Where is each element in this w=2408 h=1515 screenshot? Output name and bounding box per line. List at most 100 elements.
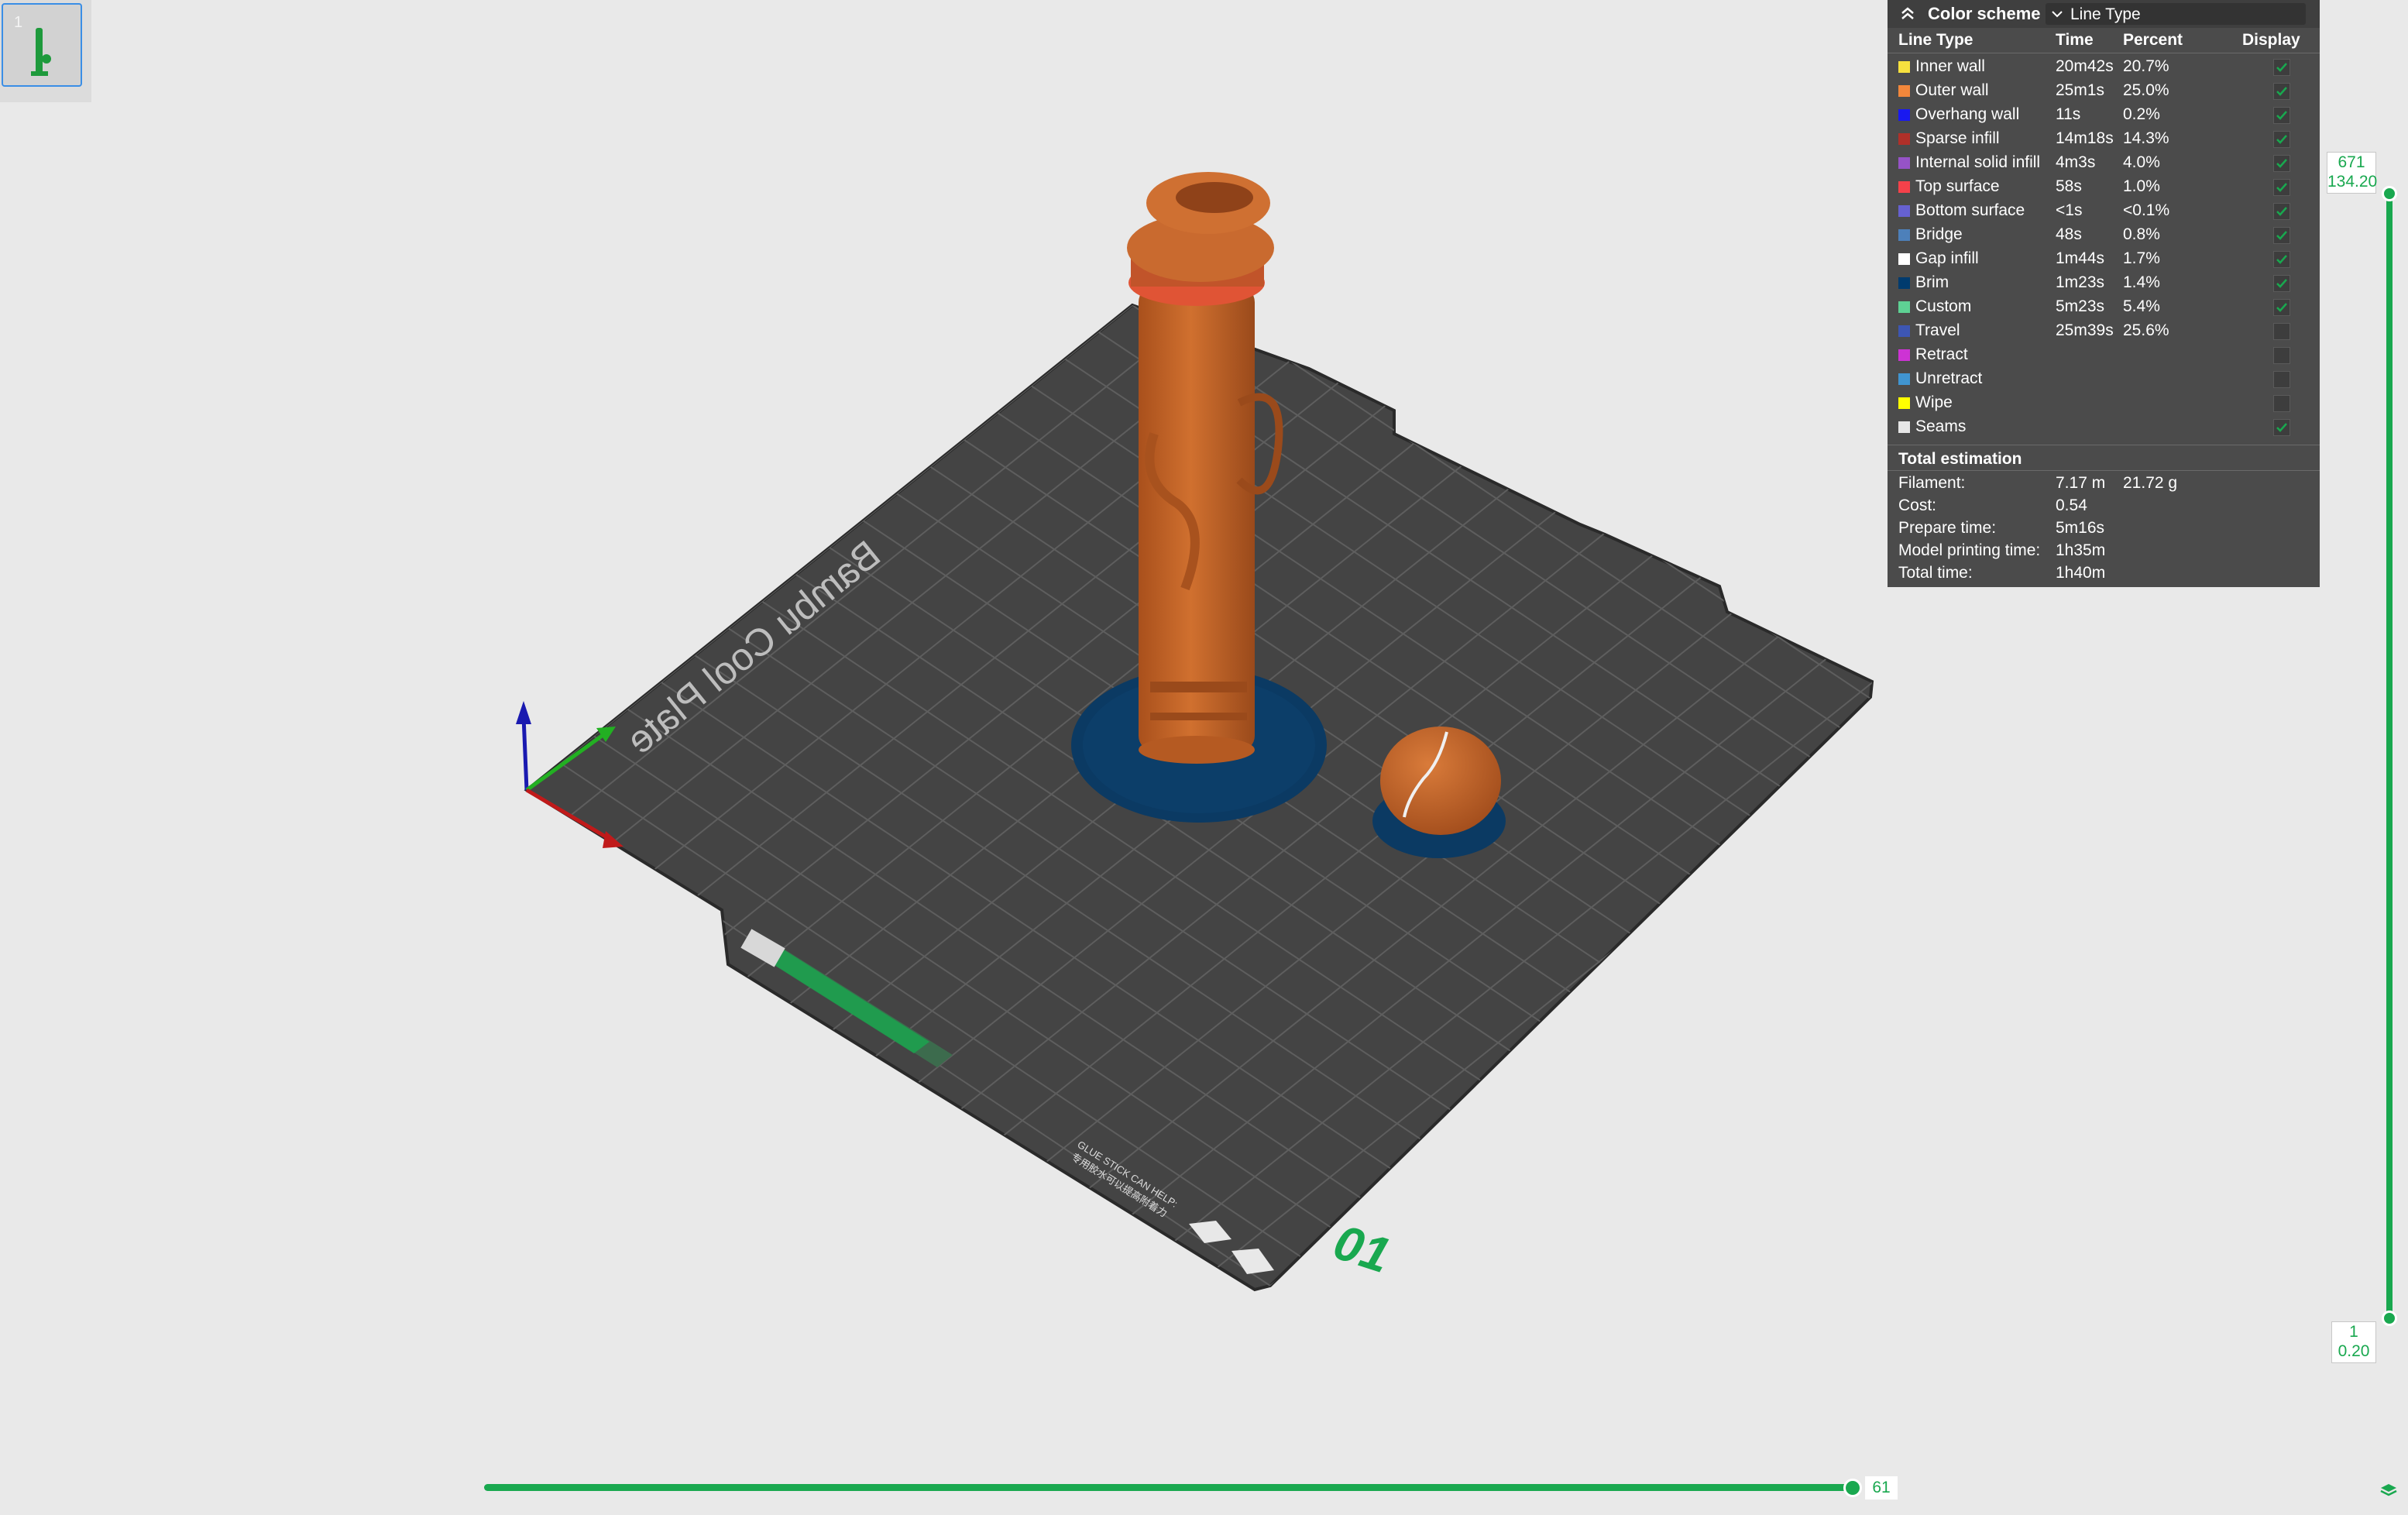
legend-row: Retract <box>1888 343 2320 367</box>
line-type-name: Overhang wall <box>1915 105 2020 123</box>
col-header-time: Time <box>2056 31 2094 49</box>
check-icon <box>2276 135 2287 144</box>
legend-title: Color scheme <box>1928 4 2041 23</box>
display-checkbox[interactable] <box>2273 347 2290 364</box>
layer-slider-bottom-label: 1 0.20 <box>2331 1321 2376 1363</box>
total-estimation-title: Total estimation <box>1898 450 2022 468</box>
plate-number: 01 <box>1328 1214 1397 1283</box>
display-checkbox[interactable] <box>2273 395 2290 412</box>
line-type-percent: 5.4% <box>2123 297 2160 315</box>
check-icon <box>2276 255 2287 264</box>
collapse-chevron-icon[interactable] <box>1898 5 1917 23</box>
move-slider-value: 61 <box>1865 1476 1898 1500</box>
line-type-percent: 0.2% <box>2123 105 2160 123</box>
move-slider-handle[interactable] <box>1843 1479 1862 1497</box>
filament-label: Filament: <box>1898 474 1966 492</box>
check-icon <box>2276 159 2287 168</box>
line-type-percent: 14.3% <box>2123 129 2169 147</box>
line-type-time: 1m23s <box>2056 273 2105 291</box>
display-checkbox[interactable] <box>2273 59 2290 76</box>
line-type-name: Gap infill <box>1915 249 1979 267</box>
color-swatch <box>1898 373 1910 385</box>
top-layer-height: 134.20 <box>2327 173 2378 191</box>
display-checkbox[interactable] <box>2273 275 2290 292</box>
total-time-row: Total time: 1h40m <box>1888 562 2320 585</box>
line-type-name: Custom <box>1915 297 1972 315</box>
check-icon <box>2276 111 2287 120</box>
layers-icon[interactable] <box>2379 1481 2398 1500</box>
line-type-percent: 1.0% <box>2123 177 2160 195</box>
display-checkbox[interactable] <box>2273 371 2290 388</box>
line-type-percent: 0.8% <box>2123 225 2160 243</box>
line-type-time: 20m42s <box>2056 57 2114 75</box>
legend-row: Bottom surface <1s <0.1% <box>1888 199 2320 223</box>
legend-row: Custom 5m23s 5.4% <box>1888 295 2320 319</box>
color-swatch <box>1898 157 1910 169</box>
scheme-select-value: Line Type <box>2070 5 2141 23</box>
line-type-name: Top surface <box>1915 177 2000 195</box>
line-type-name: Retract <box>1915 345 1968 363</box>
legend-row: Seams <box>1888 415 2320 439</box>
check-icon <box>2276 87 2287 96</box>
move-slider-track[interactable] <box>484 1484 1855 1491</box>
line-type-name: Outer wall <box>1915 81 1989 99</box>
line-type-percent: <0.1% <box>2123 201 2170 219</box>
line-type-name: Sparse infill <box>1915 129 2000 147</box>
total-time-label: Total time: <box>1898 564 1973 582</box>
color-swatch <box>1898 85 1910 97</box>
display-checkbox[interactable] <box>2273 299 2290 316</box>
color-swatch <box>1898 325 1910 337</box>
check-icon <box>2276 63 2287 72</box>
legend-row: Bridge 48s 0.8% <box>1888 223 2320 247</box>
line-type-time: 4m3s <box>2056 153 2096 171</box>
display-checkbox[interactable] <box>2273 227 2290 244</box>
layer-slider-track[interactable] <box>2386 194 2393 1320</box>
line-type-time: 14m18s <box>2056 129 2114 147</box>
model-time-label: Model printing time: <box>1898 541 2041 559</box>
line-type-name: Unretract <box>1915 369 1983 387</box>
display-checkbox[interactable] <box>2273 131 2290 148</box>
prepare-time-value: 5m16s <box>2056 519 2105 537</box>
line-type-percent: 25.0% <box>2123 81 2169 99</box>
total-model-row: Model printing time: 1h35m <box>1888 540 2320 562</box>
color-swatch <box>1898 397 1910 409</box>
legend-row: Sparse infill 14m18s 14.3% <box>1888 127 2320 151</box>
color-swatch <box>1898 181 1910 193</box>
color-swatch <box>1898 349 1910 361</box>
cost-label: Cost: <box>1898 496 1937 514</box>
check-icon <box>2276 303 2287 312</box>
display-checkbox[interactable] <box>2273 107 2290 124</box>
display-checkbox[interactable] <box>2273 419 2290 436</box>
line-type-percent: 1.7% <box>2123 249 2160 267</box>
line-type-time: 58s <box>2056 177 2082 195</box>
display-checkbox[interactable] <box>2273 203 2290 220</box>
legend-row: Gap infill 1m44s 1.7% <box>1888 247 2320 271</box>
scheme-select[interactable]: Line Type <box>2046 3 2306 25</box>
display-checkbox[interactable] <box>2273 251 2290 268</box>
display-checkbox[interactable] <box>2273 83 2290 100</box>
check-icon <box>2276 231 2287 240</box>
check-icon <box>2276 423 2287 432</box>
line-type-time: 25m1s <box>2056 81 2105 99</box>
legend-row: Travel 25m39s 25.6% <box>1888 319 2320 343</box>
filament-weight: 21.72 g <box>2123 474 2178 492</box>
bottom-layer-height: 0.20 <box>2338 1342 2370 1360</box>
line-type-time: 5m23s <box>2056 297 2105 315</box>
legend-row: Wipe <box>1888 391 2320 415</box>
line-type-name: Travel <box>1915 321 1960 339</box>
display-checkbox[interactable] <box>2273 155 2290 172</box>
layer-slider-top-handle[interactable] <box>2382 186 2397 201</box>
color-scheme-legend: Color scheme Line Type Line Type Time Pe… <box>1888 0 2320 587</box>
color-swatch <box>1898 205 1910 217</box>
display-checkbox[interactable] <box>2273 179 2290 196</box>
check-icon <box>2276 279 2287 288</box>
color-swatch <box>1898 109 1910 121</box>
legend-row: Overhang wall 11s 0.2% <box>1888 103 2320 127</box>
layer-slider-bottom-handle[interactable] <box>2382 1311 2397 1326</box>
bottom-layer-number: 1 <box>2349 1323 2358 1341</box>
line-type-time: 25m39s <box>2056 321 2114 339</box>
total-cost-row: Cost: 0.54 <box>1888 495 2320 517</box>
col-header-type: Line Type <box>1898 31 1973 49</box>
total-time-value: 1h40m <box>2056 564 2106 582</box>
display-checkbox[interactable] <box>2273 323 2290 340</box>
